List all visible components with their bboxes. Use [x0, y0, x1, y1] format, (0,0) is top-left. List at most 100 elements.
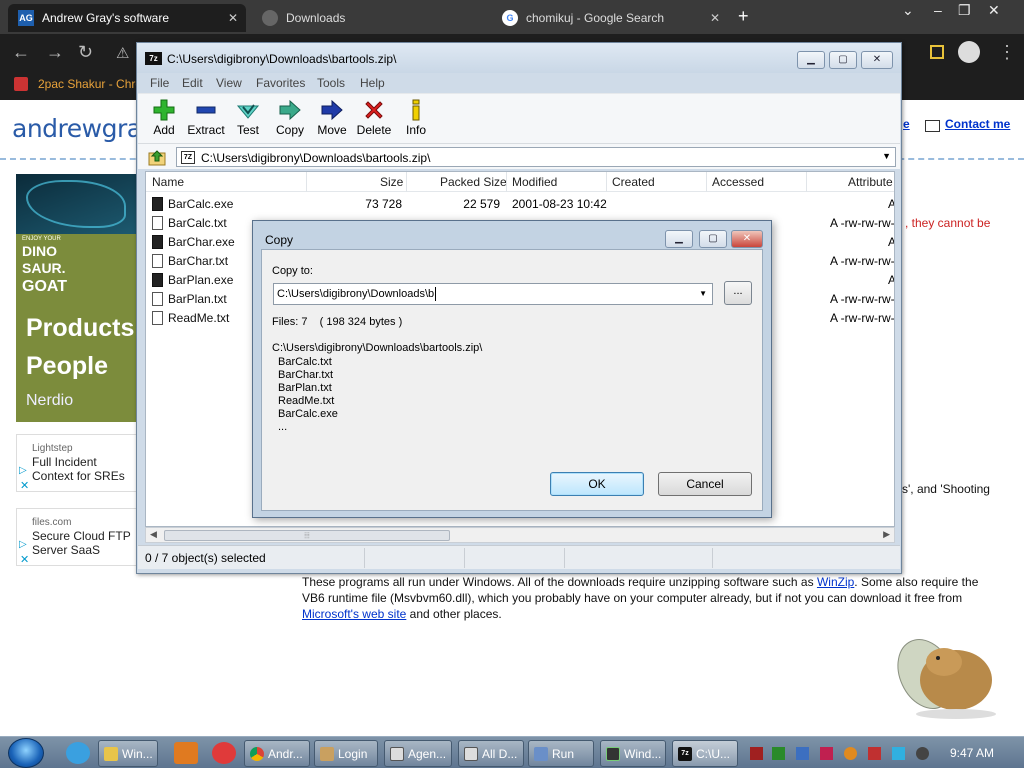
file-attribute: A -rw-rw-rw-	[830, 292, 895, 306]
tab-downloads[interactable]: Downloads	[252, 4, 488, 32]
tray-volume-icon[interactable]	[916, 747, 929, 760]
taskbar-item-7zip[interactable]: 7z C:\U...	[672, 740, 738, 767]
tab-google-search[interactable]: G chomikuj - Google Search ✕	[492, 4, 728, 32]
menu-file[interactable]: File	[150, 76, 169, 90]
bookmark-2pac[interactable]: 2pac Shakur - Chro	[38, 77, 142, 91]
tab-andrew-gray[interactable]: AG Andrew Gray's software ✕	[8, 4, 246, 32]
taskbar-item-agent[interactable]: Agen...	[384, 740, 452, 767]
horizontal-scrollbar[interactable]: ◀ ⦙⦙⦙ ▶	[145, 527, 895, 543]
back-icon[interactable]: ←	[12, 42, 30, 63]
maximize-button[interactable]: ▢	[829, 51, 857, 69]
ad-choices-icon[interactable]: ▷	[19, 465, 27, 476]
column-attribute[interactable]: Attribute	[848, 175, 893, 189]
login-icon	[320, 747, 334, 761]
menu-edit[interactable]: Edit	[182, 76, 203, 90]
column-divider	[606, 172, 607, 192]
tray-app-icon[interactable]	[750, 747, 763, 760]
file-row[interactable]: BarCalc.exe 73 728 22 579 2001-08-23 10:…	[146, 195, 894, 214]
contact-me-link[interactable]: Contact me	[945, 117, 1010, 131]
minimize-icon[interactable]: –	[934, 2, 942, 18]
up-folder-icon[interactable]	[148, 148, 166, 166]
column-size[interactable]: Size	[380, 175, 403, 189]
move-button[interactable]: Move	[312, 96, 352, 142]
copy-to-combobox[interactable]: C:\Users\digibrony\Downloads\b ▼	[273, 283, 713, 305]
dialog-close-button[interactable]: ✕	[731, 230, 763, 248]
scroll-right-icon[interactable]: ▶	[883, 529, 890, 540]
menu-favorites[interactable]: Favorites	[256, 76, 305, 90]
page-text-fragment: s', and 'Shooting	[902, 482, 990, 496]
tray-flag-icon[interactable]	[868, 747, 881, 760]
menu-help[interactable]: Help	[360, 76, 385, 90]
restore-icon[interactable]: ❐	[958, 2, 971, 19]
column-accessed[interactable]: Accessed	[712, 175, 764, 189]
ok-button[interactable]: OK	[550, 472, 644, 496]
tray-app-icon[interactable]	[820, 747, 833, 760]
winzip-link[interactable]: WinZip	[817, 575, 854, 589]
copy-to-value[interactable]: C:\Users\digibrony\Downloads\b	[277, 288, 434, 300]
microsoft-site-link[interactable]: Microsoft's web site	[302, 607, 406, 621]
ad-close-icon[interactable]: ✕	[20, 479, 29, 492]
minimize-button[interactable]: ▁	[797, 51, 825, 69]
tab-close-icon[interactable]: ✕	[228, 11, 238, 25]
taskbar-item-chrome[interactable]: Andr...	[244, 740, 310, 767]
column-created[interactable]: Created	[612, 175, 655, 189]
more-menu-icon[interactable]: ⋮	[998, 42, 1016, 63]
copy-button[interactable]: Copy	[270, 96, 310, 142]
terminal-icon	[606, 747, 620, 761]
menu-tools[interactable]: Tools	[317, 76, 345, 90]
media-player-icon[interactable]	[174, 742, 198, 764]
test-button[interactable]: Test	[228, 96, 268, 142]
add-button[interactable]: Add	[144, 96, 184, 142]
new-tab-icon[interactable]: +	[738, 6, 749, 27]
tab-close-icon[interactable]: ✕	[710, 11, 720, 25]
run-icon	[534, 747, 548, 761]
taskbar-item-all-downloads[interactable]: All D...	[458, 740, 524, 767]
scroll-left-icon[interactable]: ◀	[150, 529, 157, 540]
extract-button[interactable]: Extract	[186, 96, 226, 142]
taskbar-item-window[interactable]: Wind...	[600, 740, 666, 767]
cancel-button[interactable]: Cancel	[658, 472, 752, 496]
ad-choices-icon[interactable]: ▷	[19, 539, 27, 550]
dropdown-arrow-icon[interactable]: ▼	[882, 151, 891, 161]
tab-search-chevron-icon[interactable]: ⌄	[902, 2, 914, 19]
clock[interactable]: 9:47 AM	[950, 746, 994, 760]
forward-icon[interactable]: →	[46, 42, 64, 63]
close-button[interactable]: ✕	[861, 51, 893, 69]
tray-network-icon[interactable]	[892, 747, 905, 760]
ad-banner-nerdio[interactable]: ENJOY YOUR DINO SAUR. GOAT Products Peop…	[16, 174, 138, 422]
app-icon[interactable]	[212, 742, 236, 764]
scroll-thumb[interactable]: ⦙⦙⦙	[164, 530, 450, 541]
ad-files-com[interactable]: files.com Secure Cloud FTP Server SaaS ▷…	[16, 508, 138, 566]
start-button[interactable]	[8, 738, 44, 768]
ad-brand: files.com	[32, 517, 72, 528]
taskbar-item-login[interactable]: Login	[314, 740, 378, 767]
taskbar-item-explorer[interactable]: Win...	[98, 740, 158, 767]
ad-close-icon[interactable]: ✕	[20, 553, 29, 566]
site-logo[interactable]: andrewgray	[12, 114, 156, 143]
path-combobox[interactable]: 7Z C:\Users\digibrony\Downloads\bartools…	[176, 147, 896, 167]
extension-icon[interactable]	[930, 45, 944, 59]
browse-button[interactable]: ...	[724, 281, 752, 305]
menu-view[interactable]: View	[216, 76, 242, 90]
dropdown-arrow-icon[interactable]: ▼	[699, 289, 707, 298]
ad-lightstep[interactable]: Lightstep Full Incident Context for SREs…	[16, 434, 138, 492]
column-name[interactable]: Name	[152, 175, 184, 189]
tray-app-icon[interactable]	[772, 747, 785, 760]
file-name: BarCalc.txt	[168, 216, 227, 230]
column-packed-size[interactable]: Packed Size	[440, 175, 507, 189]
title-bar[interactable]: 7z C:\Users\digibrony\Downloads\bartools…	[137, 43, 901, 73]
dialog-minimize-button[interactable]: ▁	[665, 230, 693, 248]
tray-app-icon[interactable]	[796, 747, 809, 760]
close-icon[interactable]: ✕	[988, 2, 1000, 19]
taskbar-item-run[interactable]: Run	[528, 740, 594, 767]
tray-search-icon[interactable]	[844, 747, 857, 760]
header-link[interactable]: e	[903, 117, 910, 131]
reload-icon[interactable]: ↻	[78, 42, 93, 63]
info-button[interactable]: Info	[396, 96, 436, 142]
column-modified[interactable]: Modified	[512, 175, 557, 189]
warning-icon[interactable]: ⚠	[116, 44, 129, 62]
profile-avatar[interactable]	[958, 41, 980, 63]
delete-button[interactable]: Delete	[354, 96, 394, 142]
dialog-maximize-button[interactable]: ▢	[699, 230, 727, 248]
ie-icon[interactable]	[66, 742, 90, 764]
